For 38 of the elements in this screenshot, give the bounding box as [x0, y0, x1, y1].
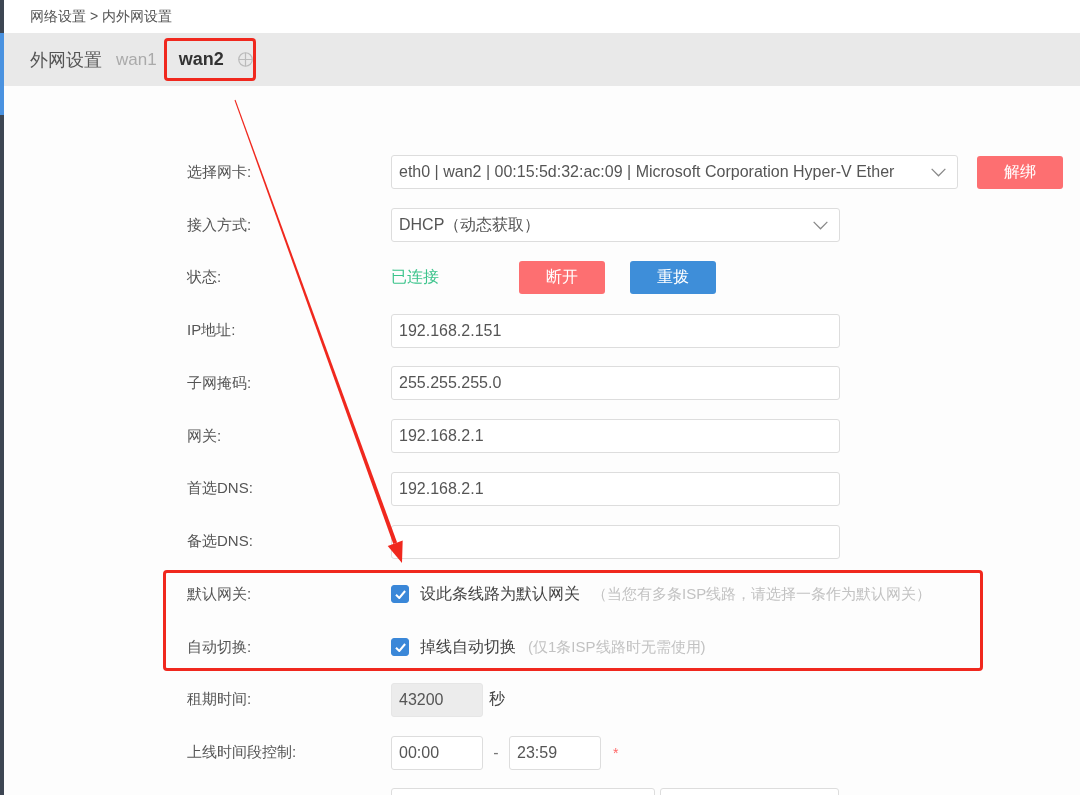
field-label: 备选DNS:	[187, 532, 253, 550]
text-field[interactable]	[391, 524, 840, 559]
checkbox[interactable]	[391, 585, 409, 604]
checkbox-label: 设此条线路为默认网关	[420, 583, 580, 604]
chevron-down-icon	[813, 220, 828, 230]
field-label: 首选DNS:	[187, 479, 253, 497]
time-field[interactable]: 23:59	[509, 735, 601, 770]
add-icon[interactable]	[237, 52, 253, 67]
text-field[interactable]: 192.168.2.1	[391, 471, 840, 506]
checkbox-label: 掉线自动切换	[420, 636, 516, 657]
tab[interactable]: wan2	[178, 49, 224, 70]
range-separator: -	[492, 743, 500, 762]
text-field[interactable]: 192.168.2.1	[391, 419, 840, 454]
hint-text: (仅1条ISP线路时无需使用)	[528, 637, 706, 657]
field-label: 状态:	[187, 268, 222, 286]
unit-text: 秒	[489, 689, 505, 710]
status-text: 已连接	[391, 267, 440, 288]
breadcrumb: 网络设置 > 内外网设置	[30, 7, 172, 26]
checkbox[interactable]	[391, 638, 409, 657]
checkmark-icon	[394, 589, 406, 599]
field-label: 网关:	[187, 426, 222, 444]
checkmark-icon	[394, 642, 406, 652]
select-field[interactable]: eth0 | wan2 | 00:15:5d:32:ac:09 | Microsoft Corporation Hyper-V Ether	[391, 155, 958, 190]
text-field[interactable]: 255.255.255.0	[391, 366, 840, 401]
field-label: 选择网卡:	[187, 162, 252, 180]
select-field[interactable]: DHCP（动态获取）	[391, 208, 840, 243]
time-field[interactable]: 00:00	[391, 735, 483, 770]
text-field[interactable]: 192.168.2.151	[391, 313, 840, 348]
field-label: 子网掩码:	[187, 373, 252, 391]
chevron-down-icon	[931, 167, 946, 177]
field-label: 默认网关:	[187, 584, 252, 602]
section-title: 外网设置	[30, 48, 102, 72]
required-mark: *	[613, 744, 619, 761]
field-label: IP地址:	[187, 321, 236, 339]
field-label: 接入方式:	[187, 215, 252, 233]
field-label: 上线时间段控制:	[187, 743, 297, 761]
field-label: 自动切换:	[187, 637, 252, 655]
field-label: 租期时间:	[187, 690, 252, 708]
